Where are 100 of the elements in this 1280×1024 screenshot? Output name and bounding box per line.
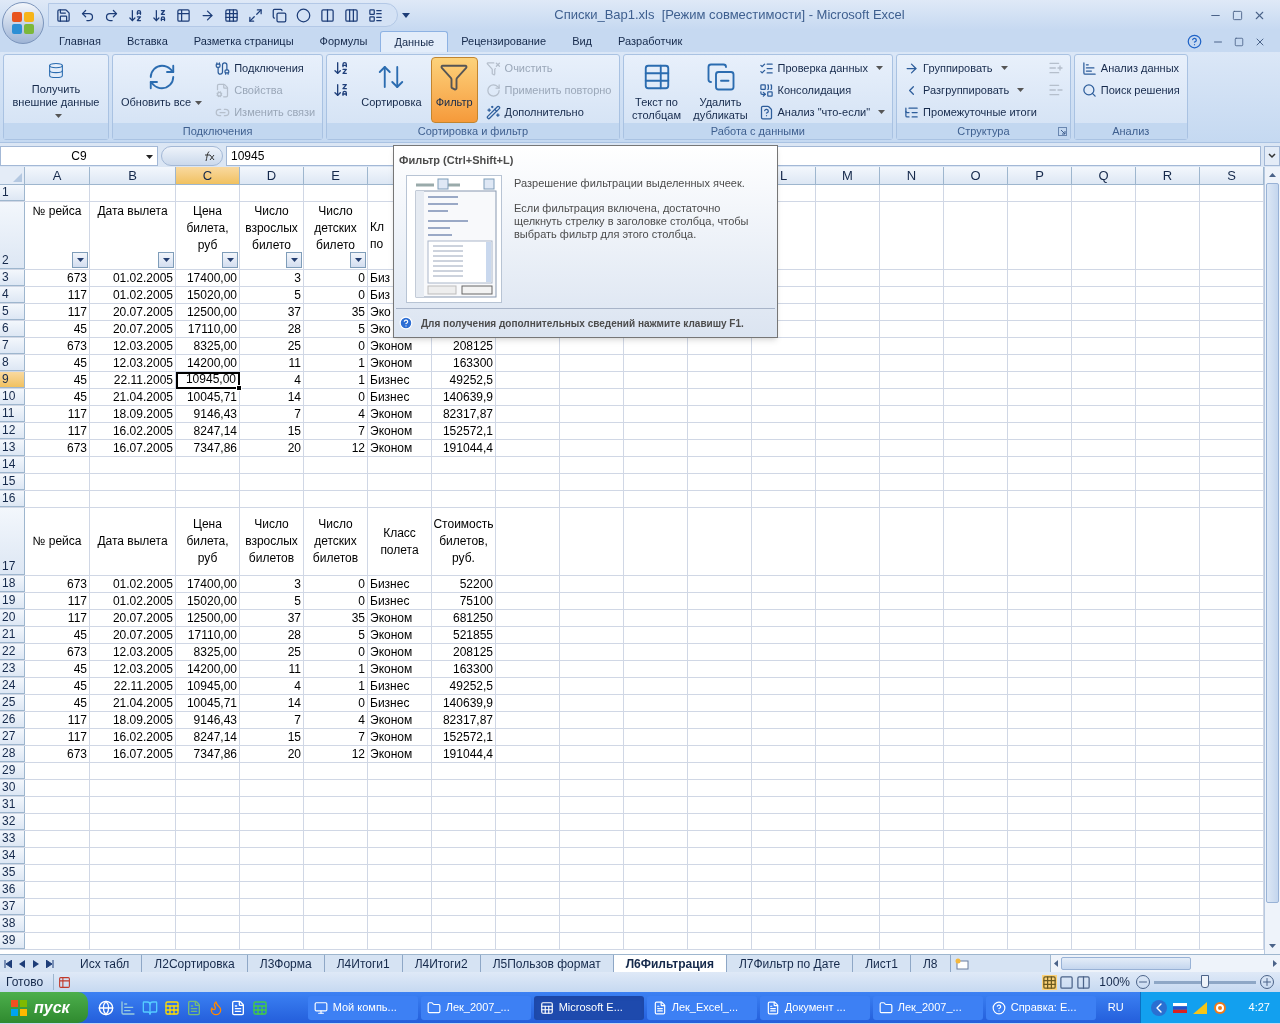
table-cell: 16.02.2005 [90,423,176,439]
table-cell: 75100 [432,593,496,609]
table-cell: 17110,00 [176,627,240,643]
group-label: Подключения [113,123,323,139]
table-cell: 01.02.2005 [90,593,176,609]
table-cell: 20 [240,746,304,762]
table-cell: Бизнес [368,695,432,711]
table-cell: 4 [240,678,304,694]
table-cell: 28 [240,321,304,337]
group-label: Структура [897,123,1070,139]
table-cell: 10945,00 [176,372,240,389]
table-cell: 45 [25,695,90,711]
column-heading: № рейса [31,533,83,550]
table-cell: 15 [240,423,304,439]
column-heading: Цена билета, руб [185,516,230,567]
table-cell: 14200,00 [176,661,240,677]
table-cell: 20.07.2005 [90,627,176,643]
table-cell: 1 [304,678,368,694]
table-cell: 191044,4 [432,440,496,456]
table-cell: 14 [240,695,304,711]
table-cell: Бизнес [368,372,432,388]
tooltip-title: Фильтр (Ctrl+Shift+L) [398,153,515,168]
table-cell: 22.11.2005 [90,372,176,388]
table-cell: 7 [240,712,304,728]
column-heading: Дата вылета [96,203,169,220]
table-cell: Эконом [368,423,432,439]
table-cell: 0 [304,593,368,609]
table-cell: Эконом [368,712,432,728]
column-heading: Класс полета [379,524,420,559]
table-cell: 3 [240,576,304,592]
table-cell: 5 [240,287,304,303]
table-cell: 0 [304,389,368,405]
table-cell: 20 [240,440,304,456]
table-cell: 15020,00 [176,593,240,609]
table-cell: 117 [25,593,90,609]
table-cell: 82317,87 [432,406,496,422]
table-cell: 35 [304,610,368,626]
table-cell: Эконом [368,610,432,626]
table-cell: 8247,14 [176,729,240,745]
table-cell: 15020,00 [176,287,240,303]
column-heading: Число взрослых билето [244,203,299,254]
table-cell: 18.09.2005 [90,406,176,422]
table-cell: 11 [240,661,304,677]
table-cell: 7347,86 [176,440,240,456]
table-cell: 12500,00 [176,304,240,320]
table-cell: 18.09.2005 [90,712,176,728]
table-cell: 12 [304,746,368,762]
table-cell: 12500,00 [176,610,240,626]
table-cell: 0 [304,270,368,286]
table-cell: 20.07.2005 [90,610,176,626]
table-cell: 117 [25,729,90,745]
table-cell: 163300 [432,355,496,371]
clock: 4:27 [1248,1000,1270,1016]
table-cell: 8325,00 [176,338,240,354]
table-cell: 0 [304,338,368,354]
table-cell: 45 [25,372,90,388]
table-cell: 7 [304,729,368,745]
table-cell: 14 [240,389,304,405]
table-cell: 01.02.2005 [90,270,176,286]
group-label: Анализ [1074,123,1187,139]
table-cell: 22.11.2005 [90,678,176,694]
table-cell: 7 [240,406,304,422]
column-heading: № рейса [31,203,83,220]
column-heading: Дата вылета [96,533,169,550]
table-cell: 12.03.2005 [90,338,176,354]
table-cell: 37 [240,304,304,320]
table-cell: 3 [240,270,304,286]
table-cell: 140639,9 [432,695,496,711]
table-cell: 673 [25,746,90,762]
table-cell: 521855 [432,627,496,643]
table-cell: 01.02.2005 [90,287,176,303]
table-cell: 17110,00 [176,321,240,337]
table-cell: 82317,87 [432,712,496,728]
table-cell: Бизнес [368,678,432,694]
table-cell: 14200,00 [176,355,240,371]
table-cell: 152572,1 [432,729,496,745]
table-cell: 673 [25,440,90,456]
status-text: Готово [5,974,45,991]
table-cell: 21.04.2005 [90,695,176,711]
table-cell: 12.03.2005 [90,355,176,371]
table-cell: 5 [304,321,368,337]
table-cell: 10045,71 [176,695,240,711]
table-cell: 8247,14 [176,423,240,439]
table-cell: Эконом [368,644,432,660]
table-cell: Эконом [368,729,432,745]
table-cell: 52200 [432,576,496,592]
table-cell: 21.04.2005 [90,389,176,405]
table-cell: 4 [304,712,368,728]
table-cell: 673 [25,270,90,286]
table-cell: 11 [240,355,304,371]
table-cell: 0 [304,644,368,660]
table-cell: 673 [25,338,90,354]
group-label: Сортировка и фильтр [327,123,619,139]
table-cell: Бизнес [368,593,432,609]
column-heading: Число детских билетов [311,516,360,567]
table-cell: Эконом [368,661,432,677]
table-cell: 10945,00 [176,678,240,694]
table-cell: 681250 [432,610,496,626]
table-cell: 9146,43 [176,712,240,728]
table-cell: 17400,00 [176,270,240,286]
